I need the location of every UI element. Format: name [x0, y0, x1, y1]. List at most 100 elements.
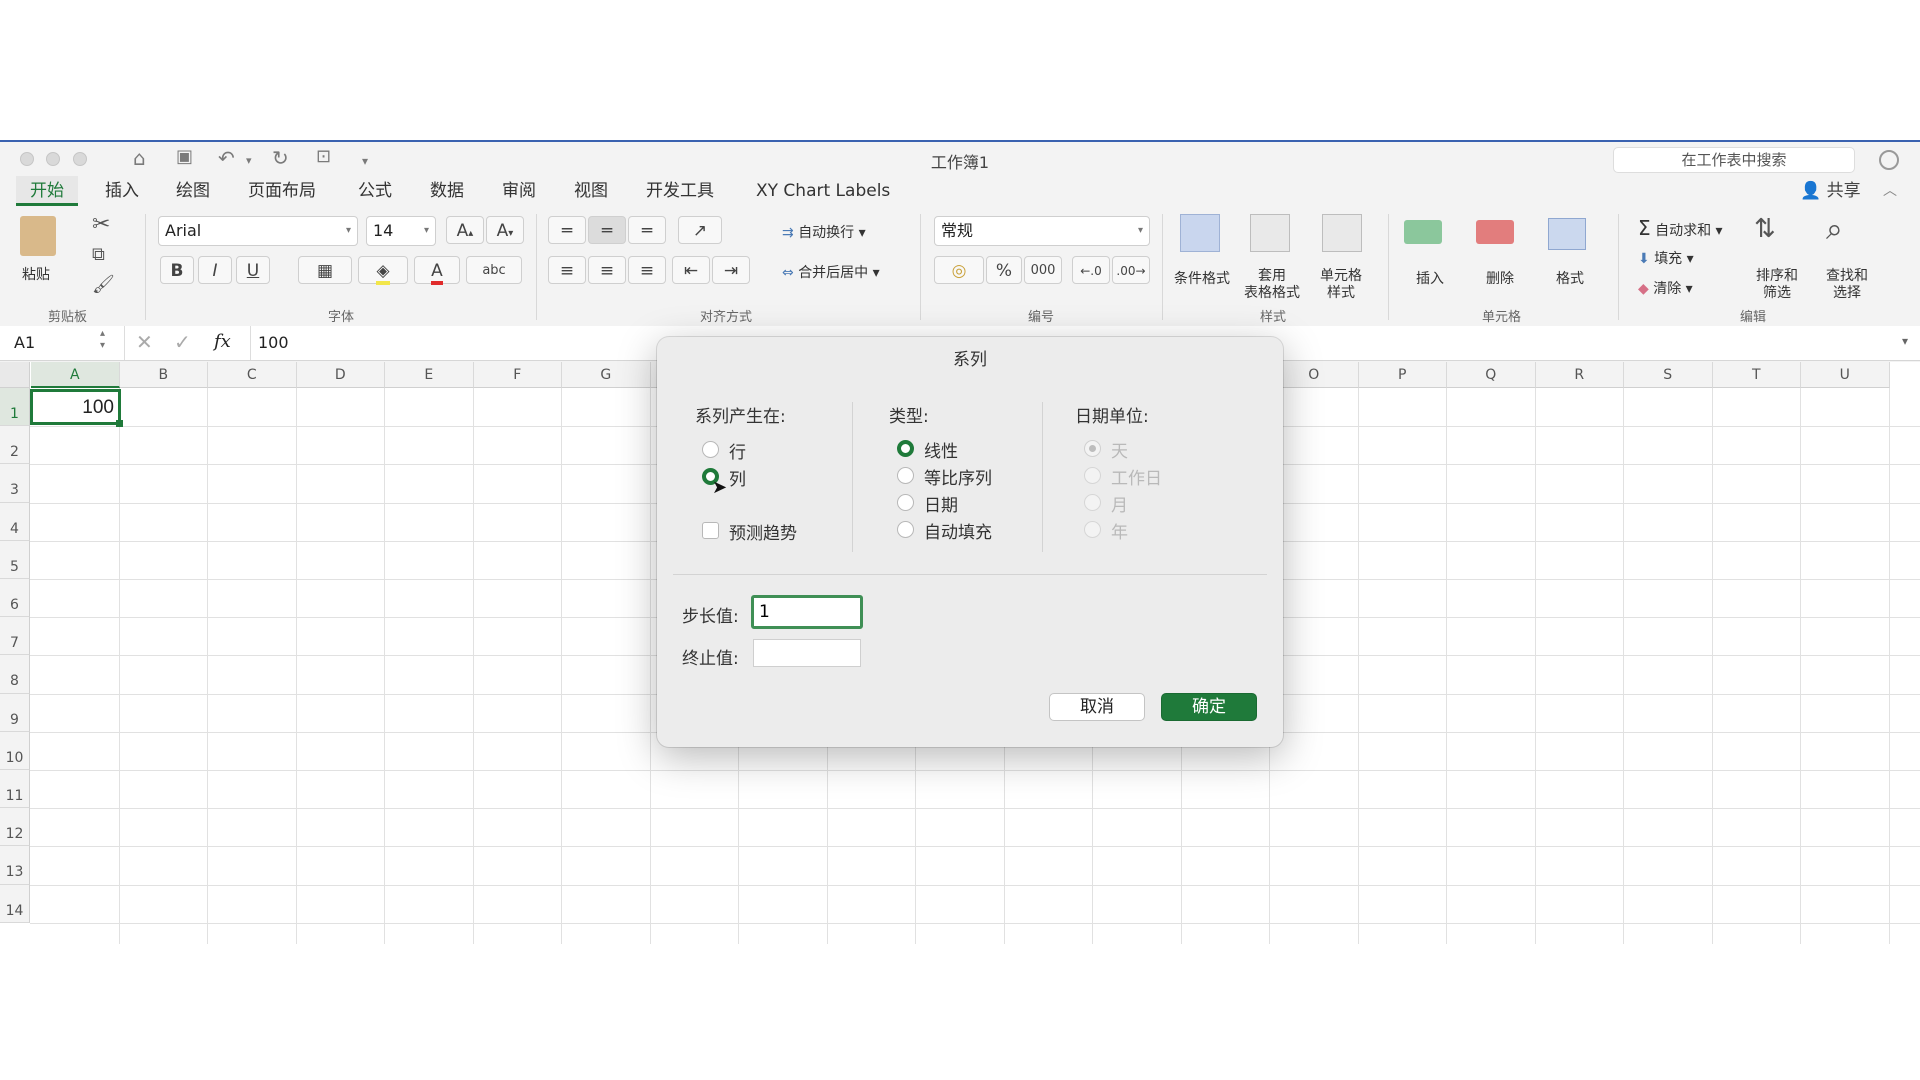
- tab-xy-chart-labels[interactable]: XY Chart Labels: [754, 176, 892, 206]
- expand-formula-bar-icon[interactable]: ▾: [1902, 334, 1908, 348]
- format-as-table-label[interactable]: 套用 表格格式: [1244, 268, 1300, 302]
- decrease-indent-button[interactable]: ⇤: [672, 256, 710, 284]
- italic-button[interactable]: I: [198, 256, 232, 284]
- tab-review[interactable]: 审阅: [500, 176, 538, 206]
- column-header-t[interactable]: T: [1712, 362, 1801, 388]
- tab-home[interactable]: 开始: [16, 176, 78, 206]
- cell-styles-icon[interactable]: [1322, 214, 1362, 252]
- column-header-u[interactable]: U: [1801, 362, 1890, 388]
- ok-button[interactable]: 确定: [1161, 693, 1257, 721]
- date-unit-year-radio[interactable]: [1084, 521, 1101, 538]
- font-size-select[interactable]: 14 ▾: [366, 216, 436, 246]
- tab-view[interactable]: 视图: [572, 176, 610, 206]
- delete-cells-label[interactable]: 删除: [1486, 268, 1514, 288]
- format-painter-icon[interactable]: 🖌: [92, 274, 115, 295]
- percent-button[interactable]: %: [986, 256, 1022, 284]
- tab-data[interactable]: 数据: [428, 176, 466, 206]
- tab-page-layout[interactable]: 页面布局: [246, 176, 318, 206]
- column-header-s[interactable]: S: [1624, 362, 1713, 388]
- number-format-select[interactable]: 常规 ▾: [934, 216, 1150, 246]
- insert-cells-icon[interactable]: [1404, 220, 1442, 244]
- decrease-font-size-button[interactable]: A▾: [486, 216, 524, 244]
- series-in-rows-radio[interactable]: [702, 441, 719, 458]
- column-header-r[interactable]: R: [1535, 362, 1624, 388]
- phonetic-guide-button[interactable]: abc: [466, 256, 522, 284]
- account-icon[interactable]: [1879, 150, 1899, 170]
- conditional-formatting-icon[interactable]: [1180, 214, 1220, 252]
- type-date-radio[interactable]: [897, 494, 914, 511]
- column-header-g[interactable]: G: [562, 362, 651, 388]
- date-unit-month-label[interactable]: 月: [1111, 491, 1128, 516]
- insert-function-icon[interactable]: fx: [214, 331, 231, 352]
- collapse-ribbon-icon[interactable]: ︿: [1883, 176, 1897, 206]
- row-header-12[interactable]: 12: [0, 808, 30, 847]
- type-date-label[interactable]: 日期: [924, 491, 958, 516]
- column-header-p[interactable]: P: [1358, 362, 1447, 388]
- align-middle-button[interactable]: ═: [588, 216, 626, 244]
- font-name-select[interactable]: Arial ▾: [158, 216, 358, 246]
- date-unit-day-label[interactable]: 天: [1111, 437, 1128, 462]
- tab-insert[interactable]: 插入: [103, 176, 141, 206]
- tab-draw[interactable]: 绘图: [174, 176, 212, 206]
- selected-cell-a1[interactable]: 100: [30, 389, 123, 427]
- fill-button[interactable]: ⬇ 填充 ▾: [1638, 248, 1694, 268]
- accounting-format-button[interactable]: ◎: [934, 256, 984, 284]
- sheet-search-input[interactable]: 在工作表中搜索: [1613, 147, 1855, 173]
- column-header-c[interactable]: C: [208, 362, 297, 388]
- orientation-button[interactable]: ↗: [678, 216, 722, 244]
- merge-center-button[interactable]: ⇔ 合并后居中 ▾: [782, 262, 880, 282]
- column-header-f[interactable]: F: [473, 362, 562, 388]
- borders-button[interactable]: ▦: [298, 256, 352, 284]
- row-header-9[interactable]: 9: [0, 693, 30, 732]
- formula-input[interactable]: 100: [258, 333, 289, 352]
- paste-icon[interactable]: [20, 216, 56, 256]
- bold-button[interactable]: B: [160, 256, 194, 284]
- series-in-columns-label[interactable]: 列: [729, 465, 746, 490]
- column-header-b[interactable]: B: [119, 362, 208, 388]
- row-header-10[interactable]: 10: [0, 731, 30, 770]
- align-right-button[interactable]: ≡: [628, 256, 666, 284]
- type-autofill-label[interactable]: 自动填充: [924, 518, 992, 543]
- series-in-rows-label[interactable]: 行: [729, 438, 746, 463]
- row-header-6[interactable]: 6: [0, 579, 30, 618]
- font-color-button[interactable]: A: [414, 256, 460, 285]
- copy-icon[interactable]: ⧉: [92, 244, 105, 265]
- clear-button[interactable]: ◆ 清除 ▾: [1638, 278, 1693, 298]
- row-header-3[interactable]: 3: [0, 464, 30, 503]
- increase-indent-button[interactable]: ⇥: [712, 256, 750, 284]
- cell-styles-label[interactable]: 单元格 样式: [1320, 268, 1362, 302]
- name-box-stepper-icon[interactable]: ▴ ▾: [100, 328, 105, 352]
- align-left-button[interactable]: ≡: [548, 256, 586, 284]
- share-button[interactable]: 👤 共享: [1800, 176, 1861, 206]
- paste-button-label[interactable]: 粘贴: [22, 264, 50, 284]
- align-center-button[interactable]: ≡: [588, 256, 626, 284]
- sort-filter-icon[interactable]: ⇅: [1754, 214, 1776, 244]
- trend-checkbox[interactable]: [702, 522, 719, 539]
- cancel-entry-icon[interactable]: ✕: [136, 330, 153, 354]
- cut-icon[interactable]: ✂: [92, 212, 110, 237]
- align-top-button[interactable]: ═: [548, 216, 586, 244]
- decrease-decimal-button[interactable]: .00→: [1112, 256, 1150, 284]
- type-growth-radio[interactable]: [897, 467, 914, 484]
- underline-button[interactable]: U: [236, 256, 270, 284]
- find-select-label[interactable]: 查找和 选择: [1826, 268, 1868, 302]
- select-all-corner[interactable]: [0, 362, 30, 388]
- row-header-13[interactable]: 13: [0, 846, 30, 885]
- date-unit-month-radio[interactable]: [1084, 494, 1101, 511]
- stop-value-input[interactable]: [753, 639, 861, 667]
- date-unit-year-label[interactable]: 年: [1111, 518, 1128, 543]
- autosum-button[interactable]: Σ 自动求和 ▾: [1638, 216, 1723, 240]
- insert-cells-label[interactable]: 插入: [1416, 268, 1444, 288]
- conditional-formatting-label[interactable]: 条件格式: [1174, 268, 1230, 288]
- confirm-entry-icon[interactable]: ✓: [174, 330, 191, 354]
- wrap-text-button[interactable]: ⇉ 自动换行 ▾: [782, 222, 866, 242]
- tab-developer[interactable]: 开发工具: [644, 176, 716, 206]
- date-unit-weekday-label[interactable]: 工作日: [1111, 464, 1162, 489]
- name-box[interactable]: A1: [14, 333, 35, 352]
- type-autofill-radio[interactable]: [897, 521, 914, 538]
- column-header-a[interactable]: A: [31, 362, 120, 388]
- fill-color-button[interactable]: ◈: [358, 256, 408, 285]
- type-linear-radio[interactable]: [897, 440, 914, 457]
- sort-filter-label[interactable]: 排序和 筛选: [1756, 268, 1798, 302]
- step-value-input[interactable]: [751, 595, 863, 629]
